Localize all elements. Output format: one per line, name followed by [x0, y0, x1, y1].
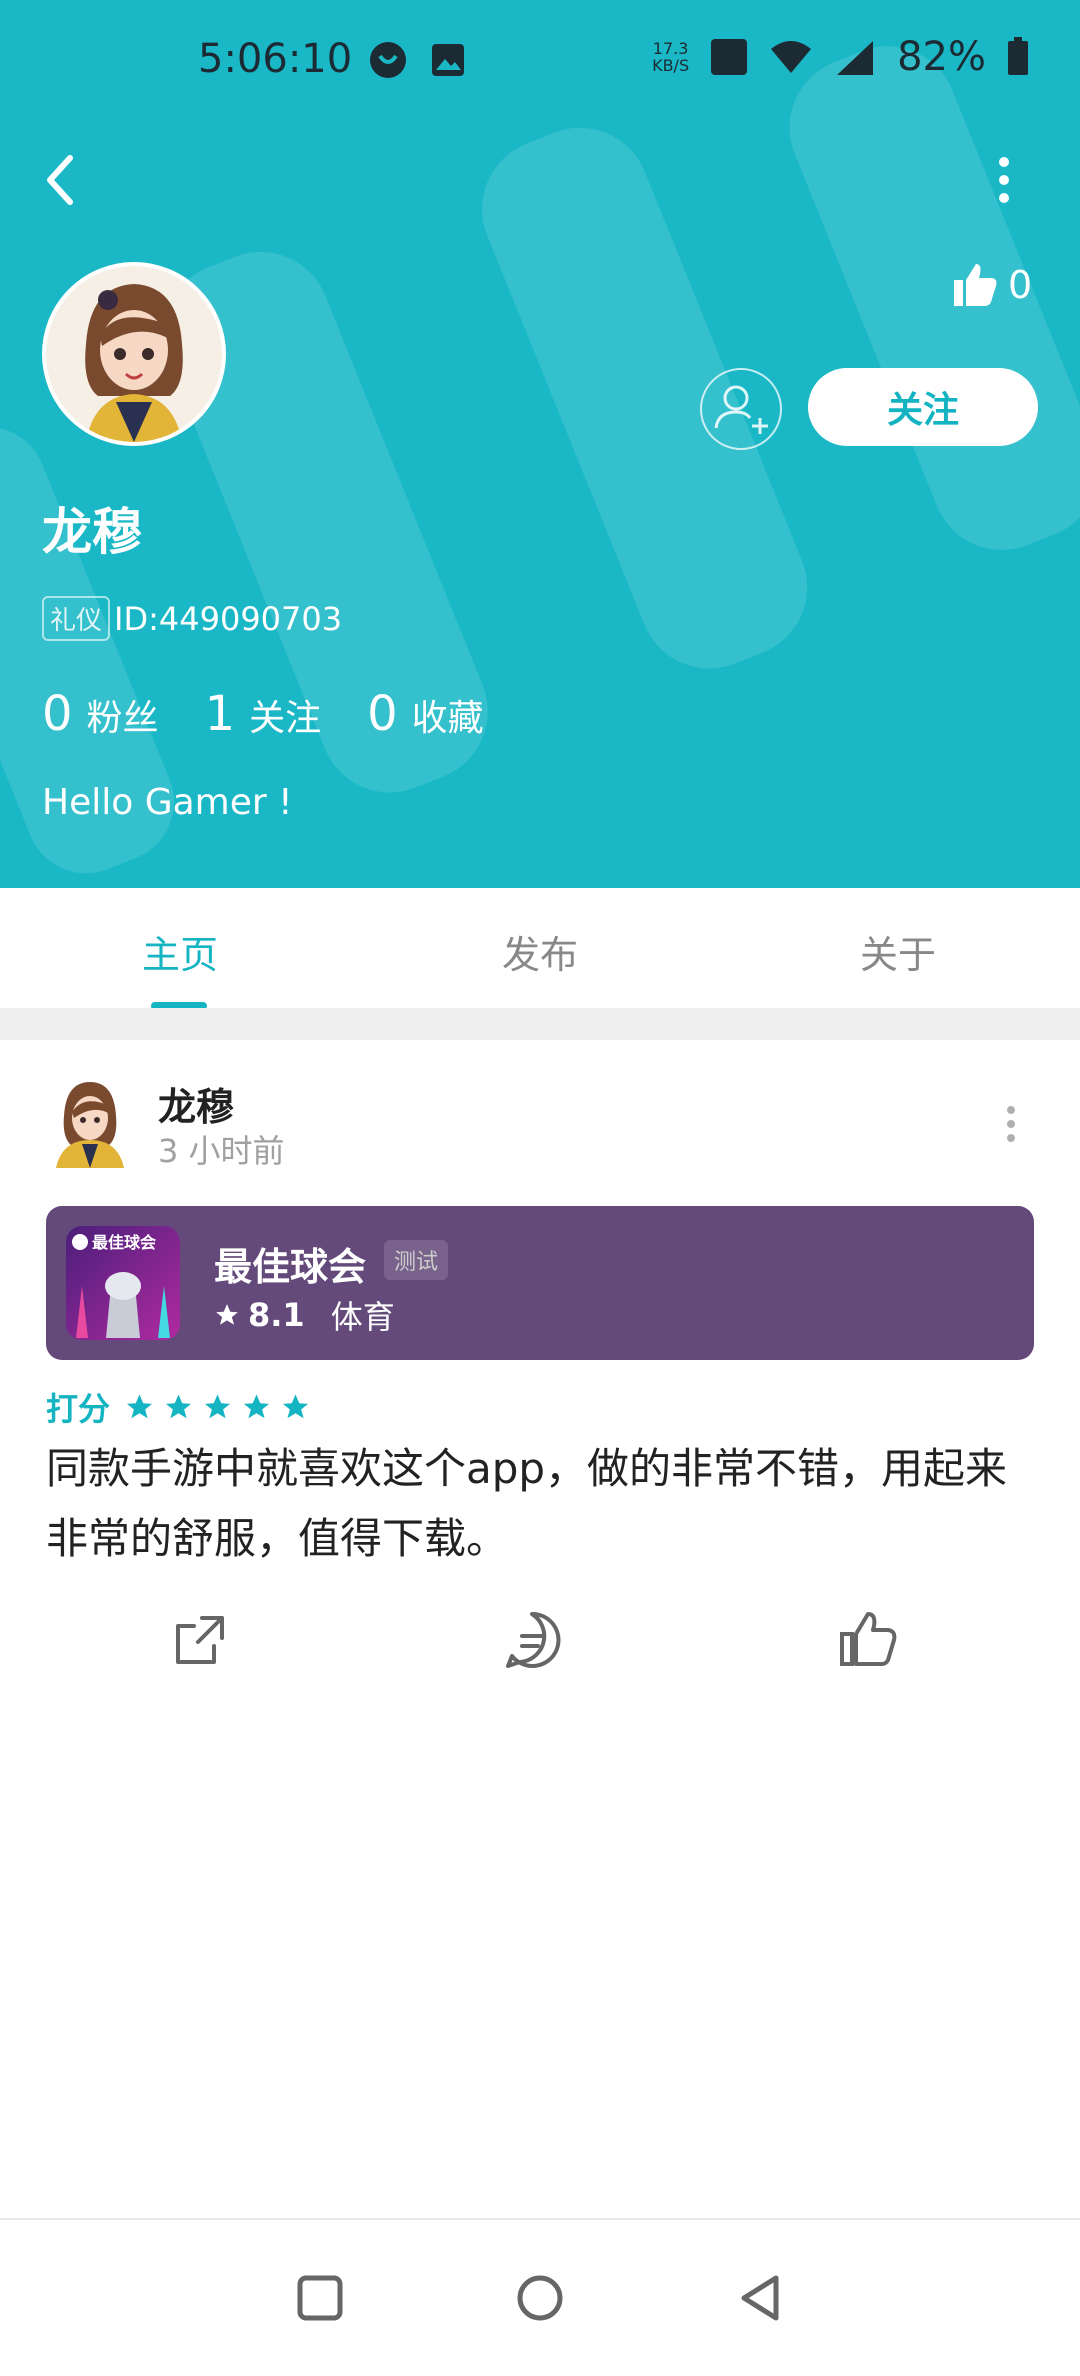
app-category: 体育 [330, 1298, 395, 1336]
section-divider [0, 1008, 1080, 1040]
like-counter[interactable]: 0 [952, 262, 1032, 308]
recent-apps-icon[interactable] [292, 2270, 348, 2326]
tab-about[interactable]: 关于 [860, 924, 936, 979]
signal-icon [837, 41, 874, 75]
score-label: 打分 [46, 1390, 111, 1428]
status-time: 5:06:10 [198, 36, 353, 82]
favorites-count[interactable]: 0 [367, 686, 398, 742]
app-score: 8.1 [248, 1296, 305, 1334]
net-speed: 17.3 KB/S [652, 39, 690, 75]
profile-stats: 0 粉丝 1 关注 0 收藏 [42, 686, 530, 742]
app-rating: 8.1 体育 [214, 1292, 395, 1338]
role-badge: 礼仪 [42, 596, 111, 641]
battery-percent: 82% [897, 34, 986, 80]
following-count[interactable]: 1 [205, 686, 236, 742]
status-bar: 5:06:10 17.3 KB/S 82% [0, 0, 1080, 120]
notification-icon [370, 42, 406, 78]
tab-posts[interactable]: 发布 [502, 924, 578, 979]
fans-count[interactable]: 0 [42, 686, 73, 742]
star-icon [205, 1394, 231, 1419]
user-id: ID:449090703 [114, 599, 343, 638]
home-icon[interactable] [512, 2270, 568, 2326]
app-icon: 最佳球会 [66, 1226, 180, 1340]
app-card[interactable]: 最佳球会 最佳球会 测试 8.1 体育 [46, 1206, 1034, 1360]
following-label[interactable]: 关注 [249, 689, 321, 741]
favorites-label[interactable]: 收藏 [412, 689, 484, 741]
avatar[interactable] [42, 262, 226, 446]
status-right: 17.3 KB/S 82% [652, 34, 1030, 80]
profile-header: 5:06:10 17.3 KB/S 82% 0 关注 龙穆 礼仪 ID:4490… [0, 0, 1080, 888]
star-icon [127, 1394, 153, 1419]
nav-divider [0, 2218, 1080, 2220]
post-more-icon[interactable] [996, 1100, 1026, 1150]
tab-home[interactable]: 主页 [142, 924, 218, 979]
nav-back-icon[interactable] [732, 2270, 788, 2326]
post-text: 同款手游中就喜欢这个app，做的非常不错，用起来非常的舒服，值得下载。 [46, 1444, 1008, 1563]
wifi-icon [771, 41, 812, 73]
post-author-avatar[interactable] [50, 1076, 130, 1168]
svg-text:最佳球会: 最佳球会 [92, 1233, 156, 1252]
app-name: 最佳球会 [214, 1245, 367, 1289]
like-icon[interactable] [838, 1610, 898, 1670]
thumb-up-icon [954, 264, 997, 306]
battery-icon [1008, 37, 1028, 75]
post-author-name[interactable]: 龙穆 [158, 1076, 234, 1131]
fans-label[interactable]: 粉丝 [87, 689, 159, 741]
app-tag: 测试 [384, 1240, 449, 1280]
rating-star-icon [216, 1304, 238, 1325]
back-arrow-icon[interactable] [40, 150, 84, 210]
tab-bar: 主页 发布 关于 [0, 888, 1080, 1008]
score-row: 打分 [46, 1384, 319, 1430]
star-icon [283, 1394, 309, 1419]
gallery-icon [432, 44, 464, 76]
follow-button[interactable]: 关注 [808, 368, 1038, 446]
volte-icon [711, 39, 748, 75]
star-icon [166, 1394, 192, 1419]
comment-icon[interactable] [502, 1610, 562, 1670]
id-row: 礼仪 ID:449090703 [42, 596, 342, 641]
profile-name: 龙穆 [42, 503, 142, 561]
more-vertical-icon[interactable] [984, 150, 1024, 210]
like-count: 0 [1008, 263, 1033, 307]
share-icon[interactable] [170, 1610, 230, 1670]
add-friend-icon[interactable] [700, 368, 782, 450]
star-icon [244, 1394, 270, 1419]
profile-bio: Hello Gamer ! [42, 782, 293, 823]
post-time: 3 小时前 [158, 1132, 285, 1170]
